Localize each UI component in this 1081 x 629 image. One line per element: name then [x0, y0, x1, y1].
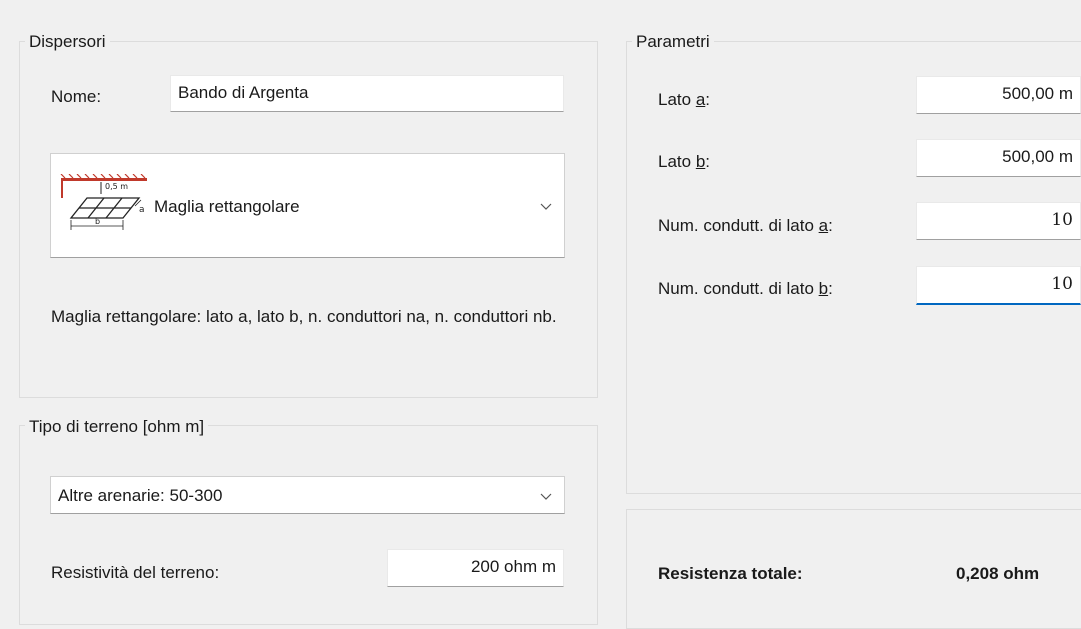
- lato-b-colon: :: [705, 152, 711, 171]
- total-resistance-label: Resistenza totale:: [658, 564, 803, 583]
- num-condutt-b-input[interactable]: 10: [916, 266, 1081, 305]
- resistivity-label: Resistività del terreno:: [51, 563, 220, 582]
- rectangular-mesh-icon: 0,5 m a b: [60, 174, 147, 230]
- side-b-label: b: [95, 217, 100, 226]
- terreno-group: [19, 425, 598, 625]
- lato-a-accesskey: a: [695, 90, 706, 109]
- dispersori-legend: Dispersori: [25, 32, 110, 52]
- terreno-type-value: Altre arenarie: 50-300: [58, 486, 223, 505]
- name-input[interactable]: Bando di Argenta: [170, 75, 564, 112]
- lato-b-accesskey: b: [695, 152, 706, 171]
- resistivity-input[interactable]: 200 ohm m: [387, 549, 564, 587]
- lato-a-label: Lato a:: [658, 89, 710, 111]
- chevron-down-icon: [540, 493, 552, 500]
- dispersore-type-dropdown[interactable]: 0,5 m a b Maglia rettangolare: [50, 153, 565, 258]
- num-condutt-b-label: Num. condutt. di lato b:: [658, 278, 833, 300]
- dispersore-type-value: Maglia rettangolare: [154, 197, 300, 216]
- num-condutt-a-label: Num. condutt. di lato a:: [658, 215, 833, 237]
- num-condutt-b-colon: :: [828, 279, 833, 298]
- depth-label: 0,5 m: [105, 182, 128, 191]
- side-a-label: a: [139, 205, 145, 215]
- name-label: Nome:: [51, 87, 102, 106]
- num-condutt-a-colon: :: [828, 216, 833, 235]
- num-condutt-b-accesskey: b: [818, 279, 829, 298]
- num-condutt-a-label-text: Num. condutt. di lato: [658, 216, 819, 235]
- lato-a-input[interactable]: 500,00 m: [916, 76, 1081, 114]
- num-condutt-b-label-text: Num. condutt. di lato: [658, 279, 819, 298]
- terreno-legend: Tipo di terreno [ohm m]: [25, 417, 209, 437]
- lato-b-label: Lato b:: [658, 151, 710, 173]
- total-resistance-value: 0,208 ohm: [956, 564, 1040, 583]
- dispersore-description: Maglia rettangolare: lato a, lato b, n. …: [51, 307, 557, 326]
- lato-b-label-text: Lato: [658, 152, 696, 171]
- lato-b-input[interactable]: 500,00 m: [916, 139, 1081, 177]
- lato-a-label-text: Lato: [658, 90, 696, 109]
- lato-a-colon: :: [705, 90, 711, 109]
- num-condutt-a-accesskey: a: [818, 216, 829, 235]
- parametri-legend: Parametri: [632, 32, 714, 52]
- num-condutt-a-input[interactable]: 10: [916, 202, 1081, 240]
- terreno-type-dropdown[interactable]: Altre arenarie: 50-300: [50, 476, 565, 514]
- chevron-down-icon: [540, 203, 552, 210]
